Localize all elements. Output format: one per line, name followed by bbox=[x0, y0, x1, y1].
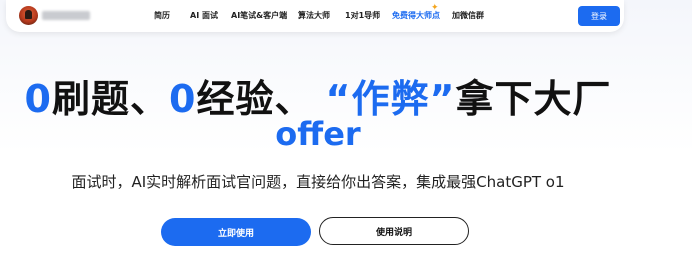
nav-item-ai-written-test[interactable]: AI笔试&客户端 bbox=[231, 10, 287, 22]
login-button[interactable]: 登录 bbox=[578, 6, 620, 26]
nav-item-algorithm-master[interactable]: 算法大师 bbox=[298, 10, 330, 22]
hero-headline: 0刷题、0经验、 “作弊”拿下大厂 bbox=[0, 78, 636, 120]
headline-big-company: 拿下大厂 bbox=[455, 77, 612, 121]
hero-offer: offer bbox=[275, 115, 361, 153]
brand-name-blurred[interactable] bbox=[42, 11, 90, 20]
avatar-logo-icon[interactable] bbox=[19, 6, 38, 25]
nav-item-wechat-group[interactable]: 加微信群 bbox=[452, 10, 484, 22]
headline-zero-1: 0 bbox=[24, 77, 52, 121]
nav-item-ai-interview[interactable]: AI 面试 bbox=[190, 10, 218, 22]
nav-item-resume[interactable]: 简历 bbox=[154, 10, 170, 22]
headline-no-practice: 刷题、 bbox=[52, 77, 170, 121]
nav-item-mentor[interactable]: 1对1导师 bbox=[345, 10, 380, 22]
top-navbar: 简历 AI 面试 AI笔试&客户端 算法大师 1对1导师 免费得大师点 ✦ 加微… bbox=[6, 0, 624, 32]
instructions-button[interactable]: 使用说明 bbox=[319, 217, 469, 245]
hero-subtitle: 面试时，AI实时解析面试官问题，直接给你出答案，集成最强ChatGPT o1 bbox=[71, 173, 565, 191]
headline-zero-2: 0 bbox=[169, 77, 197, 121]
sparkle-icon: ✦ bbox=[431, 3, 439, 13]
use-now-button[interactable]: 立即使用 bbox=[161, 218, 311, 246]
